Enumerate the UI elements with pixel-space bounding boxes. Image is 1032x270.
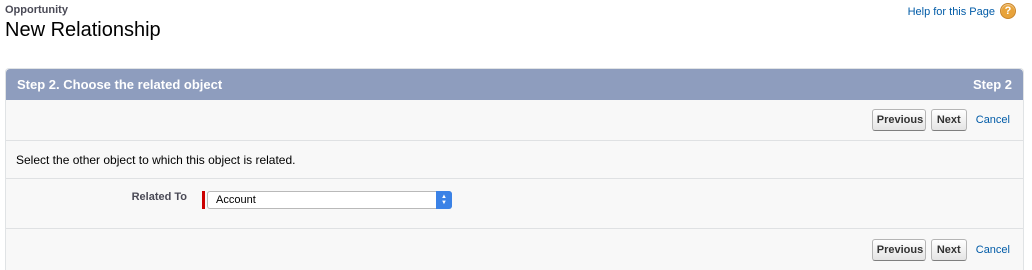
instruction-text: Select the other object to which this ob…	[16, 152, 296, 167]
help-link[interactable]: Help for this Page ?	[908, 3, 1016, 19]
related-to-select[interactable]: Account ▲ ▼	[207, 191, 452, 209]
object-label: Opportunity	[5, 4, 68, 16]
step-title: Step 2. Choose the related object	[17, 77, 223, 92]
cancel-link-bottom[interactable]: Cancel	[976, 244, 1010, 256]
select-arrows-icon[interactable]: ▲ ▼	[436, 191, 452, 209]
help-link-label[interactable]: Help for this Page	[908, 6, 995, 18]
step-indicator: Step 2	[972, 77, 1012, 92]
help-icon[interactable]: ?	[1000, 3, 1016, 19]
required-indicator	[202, 191, 205, 209]
next-button-bottom[interactable]: Next	[930, 239, 967, 261]
previous-button-top[interactable]: Previous	[871, 109, 926, 131]
step-header: Step 2. Choose the related object Step 2	[6, 69, 1023, 100]
cancel-link-top[interactable]: Cancel	[976, 114, 1010, 126]
previous-button-bottom[interactable]: Previous	[871, 239, 926, 261]
related-to-field: Related To Account ▲ ▼	[6, 179, 1023, 228]
instruction-row: Select the other object to which this ob…	[6, 141, 1023, 178]
related-to-value: Account	[216, 194, 256, 206]
next-button-top[interactable]: Next	[930, 109, 967, 131]
page-header: Opportunity New Relationship	[5, 4, 161, 43]
related-to-label: Related To	[131, 191, 187, 203]
wizard-panel: Step 2. Choose the related object Step 2…	[5, 68, 1024, 270]
related-to-select-wrap: Account ▲ ▼	[202, 191, 452, 209]
bottom-button-row: Previous Next Cancel	[6, 229, 1023, 270]
page-title: New Relationship	[5, 19, 161, 41]
top-button-row: Previous Next Cancel	[6, 100, 1023, 140]
